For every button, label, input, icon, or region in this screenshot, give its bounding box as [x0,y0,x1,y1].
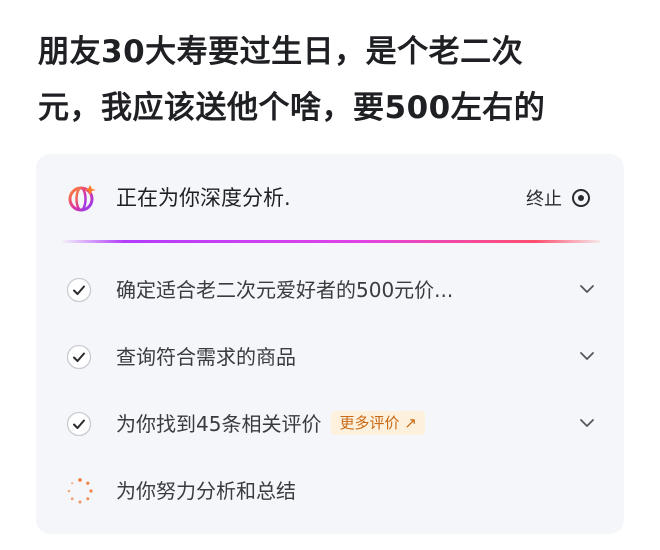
step-label: 查询符合需求的商品 [116,345,296,369]
question-line-2: 元，我应该送他个啥，要500左右的 [38,90,546,126]
step-label: 为你找到45条相关评价 [116,412,322,436]
stop-circle-icon [572,189,590,207]
user-question: 朋友30大寿要过生日，是个老二次 元，我应该送他个啥，要500左右的 [38,24,628,136]
check-circle-icon [66,411,92,437]
analysis-status-text: 正在为你深度分析. [116,186,291,210]
more-reviews-badge[interactable]: 更多评价 ↗ [331,411,425,435]
globe-logo-icon [68,185,96,212]
check-circle-icon [66,277,92,303]
check-circle-icon [66,344,92,370]
spinner-icon [67,478,93,504]
progress-gradient-line [60,240,600,243]
chevron-down-icon[interactable] [578,282,596,296]
page: 朋友30大寿要过生日，是个老二次 元，我应该送他个啥，要500左右的 正在为你深… [0,0,660,550]
step-item: 为你努力分析和总结 [36,471,624,511]
step-item[interactable]: 查询符合需求的商品 [36,337,624,377]
analysis-header: 正在为你深度分析. 终止 [36,154,624,238]
chevron-down-icon[interactable] [578,416,596,430]
step-label: 确定适合老二次元爱好者的500元价... [116,278,454,302]
analysis-card: 正在为你深度分析. 终止 确定适合老二次元爱好者的500元价... 查询符合需求… [36,154,624,534]
stop-button[interactable]: 终止 [526,184,590,212]
step-item[interactable]: 确定适合老二次元爱好者的500元价... [36,270,624,310]
step-item[interactable]: 为你找到45条相关评价 更多评价 ↗ [36,404,624,444]
step-label-with-badge: 为你找到45条相关评价 更多评价 ↗ [116,410,425,438]
step-label: 为你努力分析和总结 [116,479,296,503]
chevron-down-icon[interactable] [578,349,596,363]
question-line-1: 朋友30大寿要过生日，是个老二次 [38,34,524,70]
stop-button-label: 终止 [526,189,562,210]
